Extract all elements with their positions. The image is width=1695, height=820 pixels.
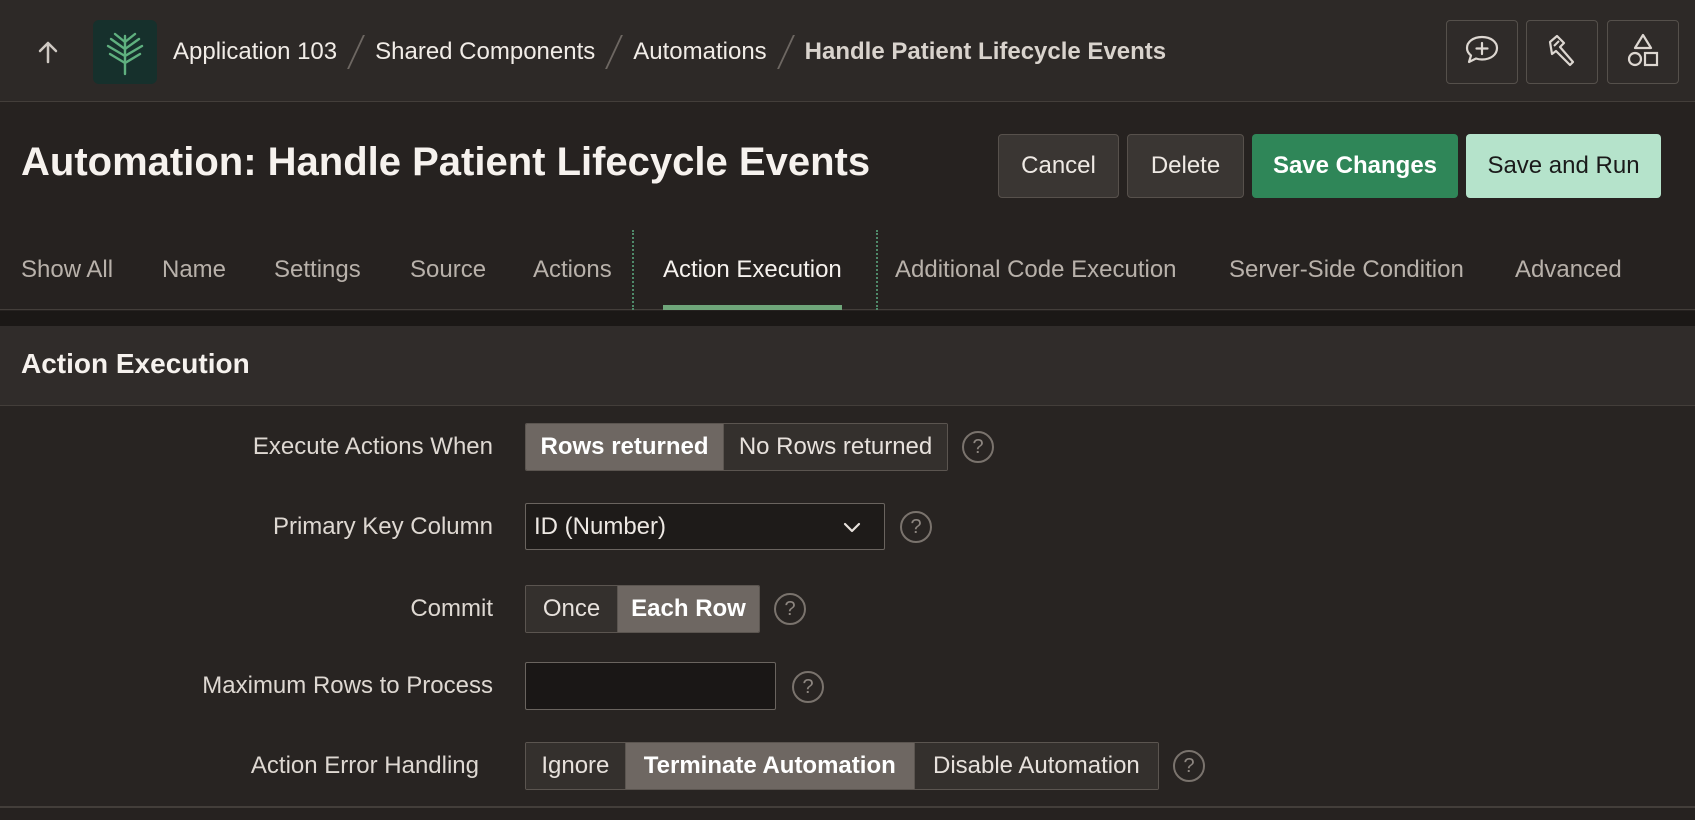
top-bar: Application 103 Shared Components Automa… (0, 0, 1695, 102)
active-tab-indicator (663, 305, 842, 310)
tab-settings[interactable]: Settings (274, 230, 361, 310)
execute-when-toggle: Rows returned No Rows returned (525, 423, 948, 471)
app-logo-icon[interactable] (93, 20, 157, 84)
error-handling-label: Action Error Handling (250, 752, 479, 779)
tab-actions[interactable]: Actions (533, 230, 612, 310)
commit-once[interactable]: Once (526, 586, 618, 632)
error-handling-ignore[interactable]: Ignore (526, 743, 626, 789)
execute-when-label: Execute Actions When (252, 433, 493, 460)
tab-server-side-condition[interactable]: Server-Side Condition (1229, 230, 1464, 310)
tab-show-all[interactable]: Show All (21, 230, 113, 310)
breadcrumb-separator (605, 35, 624, 69)
flashlight-button[interactable] (1526, 20, 1598, 84)
section-bottom-border (0, 806, 1695, 808)
commit-label: Commit (410, 595, 493, 622)
commit-each-row[interactable]: Each Row (618, 586, 759, 632)
tab-advanced[interactable]: Advanced (1515, 230, 1622, 310)
divider-band (0, 311, 1695, 326)
shapes-icon (1625, 32, 1661, 73)
error-handling-toggle: Ignore Terminate Automation Disable Auto… (525, 742, 1159, 790)
shapes-button[interactable] (1607, 20, 1679, 84)
up-arrow-icon[interactable] (30, 34, 66, 70)
primary-key-select[interactable]: ID (Number) (525, 503, 885, 550)
commit-toggle: Once Each Row (525, 585, 760, 633)
page-title: Automation: Handle Patient Lifecycle Eve… (21, 140, 871, 184)
breadcrumb-separator (347, 35, 366, 69)
save-changes-button[interactable]: Save Changes (1252, 134, 1458, 198)
breadcrumb-shared-components[interactable]: Shared Components (375, 38, 595, 66)
tab-action-execution[interactable]: Action Execution (663, 230, 842, 310)
error-handling-terminate[interactable]: Terminate Automation (625, 743, 915, 789)
chevron-down-icon (842, 516, 862, 544)
add-comment-icon (1464, 34, 1500, 71)
breadcrumb-automations[interactable]: Automations (633, 38, 766, 66)
help-icon[interactable]: ? (962, 431, 994, 463)
tab-bar: Show All Name Settings Source Actions Ac… (0, 230, 1695, 310)
tab-divider (632, 230, 634, 310)
max-rows-input[interactable] (525, 662, 776, 710)
breadcrumb: Application 103 Shared Components Automa… (173, 30, 1166, 74)
help-icon[interactable]: ? (774, 593, 806, 625)
tab-source[interactable]: Source (410, 230, 486, 310)
max-rows-label: Maximum Rows to Process (202, 672, 493, 699)
add-comment-button[interactable] (1446, 20, 1518, 84)
help-icon[interactable]: ? (900, 511, 932, 543)
save-and-run-button[interactable]: Save and Run (1466, 134, 1661, 198)
help-icon[interactable]: ? (1173, 750, 1205, 782)
primary-key-value: ID (Number) (534, 512, 667, 540)
cancel-button[interactable]: Cancel (998, 134, 1119, 198)
error-handling-disable[interactable]: Disable Automation (914, 743, 1158, 789)
execute-when-no-rows-returned[interactable]: No Rows returned (724, 424, 947, 470)
tab-additional-code-execution[interactable]: Additional Code Execution (895, 230, 1177, 310)
tab-divider (876, 230, 878, 310)
delete-button[interactable]: Delete (1127, 134, 1244, 198)
flashlight-icon (1546, 33, 1578, 72)
breadcrumb-separator (776, 35, 795, 69)
help-icon[interactable]: ? (792, 671, 824, 703)
primary-key-label: Primary Key Column (272, 513, 493, 540)
section-title: Action Execution (21, 348, 250, 379)
tab-action-execution-label: Action Execution (663, 256, 842, 283)
tab-name[interactable]: Name (162, 230, 226, 310)
execute-when-rows-returned[interactable]: Rows returned (526, 424, 725, 470)
section-header: Action Execution (0, 326, 1695, 406)
breadcrumb-application[interactable]: Application 103 (173, 38, 337, 66)
breadcrumb-current: Handle Patient Lifecycle Events (804, 38, 1167, 65)
